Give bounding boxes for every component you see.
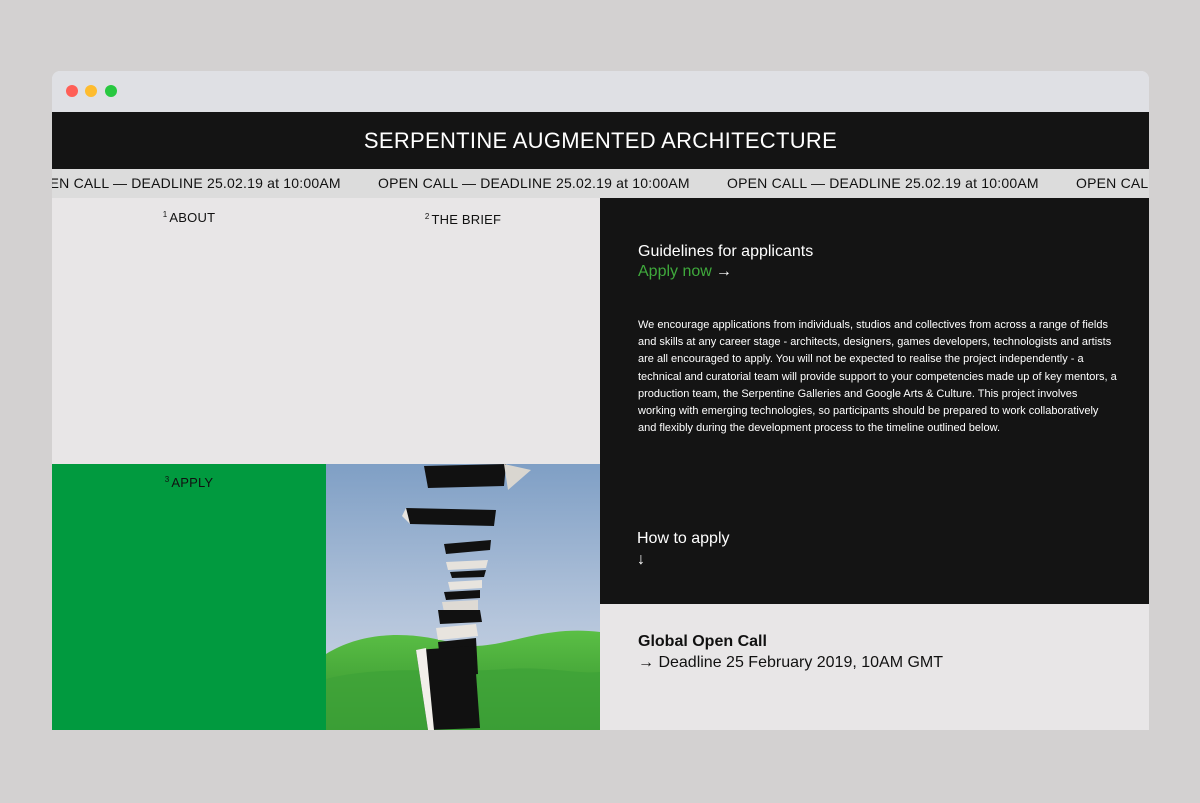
nav-number: 3: [164, 475, 170, 484]
maximize-window-button[interactable]: [105, 85, 117, 97]
browser-window: SERPENTINE AUGMENTED ARCHITECTURE OPEN C…: [52, 71, 1149, 730]
open-call-title: Global Open Call: [638, 633, 767, 650]
nav-about[interactable]: 1 ABOUT: [52, 210, 326, 225]
browser-titlebar: [52, 71, 1149, 112]
arrow-right-icon: →: [715, 263, 732, 280]
ticker-item: OPEN CALL — DEADLINE 25.02.19 at 10:00AM: [52, 175, 341, 191]
site-title[interactable]: SERPENTINE AUGMENTED ARCHITECTURE: [364, 128, 837, 154]
apply-panel[interactable]: 3 APPLY: [52, 464, 326, 730]
stacked-slabs-render: [326, 464, 600, 730]
guidelines-title: Guidelines for applicants: [638, 243, 814, 260]
ticker-item: OPEN CALL — DEADLINE 25.02.19 at 10:00AM: [378, 175, 690, 191]
open-call-deadline: → Deadline 25 February 2019, 10AM GMT: [638, 654, 944, 671]
site-header: SERPENTINE AUGMENTED ARCHITECTURE: [52, 112, 1149, 169]
close-window-button[interactable]: [66, 85, 78, 97]
nav-number: 2: [424, 212, 430, 221]
guidelines-section: Guidelines for applicants Apply now → We …: [600, 198, 1149, 604]
nav-label: APPLY: [171, 475, 214, 490]
nav-number: 1: [162, 210, 168, 219]
ticker-item: OPEN CALL — DEADLINE 25.02.19 at 10:00AM: [727, 175, 1039, 191]
how-to-apply-link[interactable]: How to apply: [637, 530, 730, 548]
guidelines-body: We encourage applications from individua…: [638, 319, 1117, 435]
minimize-window-button[interactable]: [85, 85, 97, 97]
open-call-box: Global Open Call → Deadline 25 February …: [600, 604, 1149, 730]
brief-panel[interactable]: 2 THE BRIEF: [326, 198, 600, 464]
arrow-down-icon[interactable]: ↓: [637, 551, 645, 569]
nav-label: THE BRIEF: [431, 212, 502, 227]
ticker-item: OPEN CALL — DEADLINE 25.02.19 at 10:00AM: [1076, 175, 1149, 191]
nav-label: ABOUT: [169, 210, 216, 225]
deadline-ticker: OPEN CALL — DEADLINE 25.02.19 at 10:00AM…: [52, 169, 1149, 198]
about-panel[interactable]: 1 ABOUT: [52, 198, 326, 464]
apply-now-link[interactable]: Apply now →: [638, 263, 732, 281]
apply-now-label: Apply now: [638, 263, 712, 280]
nav-apply[interactable]: 3 APPLY: [52, 475, 326, 490]
nav-brief[interactable]: 2 THE BRIEF: [326, 212, 600, 227]
architecture-render-image: [326, 464, 600, 730]
